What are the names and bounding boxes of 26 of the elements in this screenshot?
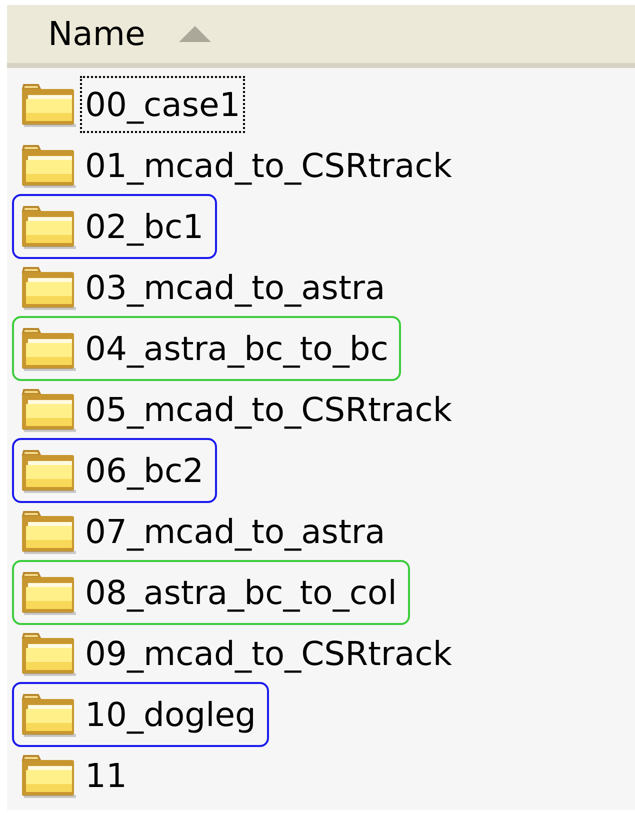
folder-name[interactable]: 07_mcad_to_astra bbox=[80, 503, 390, 560]
folder-icon bbox=[20, 692, 78, 736]
folder-name[interactable]: 04_astra_bc_to_bc bbox=[80, 320, 394, 377]
column-title: Name bbox=[48, 13, 146, 56]
folder-icon bbox=[20, 632, 78, 676]
column-header[interactable]: Name bbox=[7, 5, 635, 68]
folder-icon bbox=[20, 266, 78, 310]
folder-icon bbox=[20, 388, 78, 432]
folder-name[interactable]: 00_case1 bbox=[80, 76, 246, 133]
folder-name[interactable]: 08_astra_bc_to_col bbox=[80, 564, 402, 621]
folder-name[interactable]: 05_mcad_to_CSRtrack bbox=[80, 381, 457, 438]
folder-icon bbox=[20, 510, 78, 554]
folder-name[interactable]: 10_dogleg bbox=[80, 686, 261, 743]
folder-icon bbox=[20, 204, 78, 248]
folder-icon bbox=[20, 326, 78, 370]
folder-icon bbox=[20, 754, 78, 798]
folder-icon bbox=[20, 570, 78, 614]
folder-icon bbox=[20, 448, 78, 492]
folder-name[interactable]: 01_mcad_to_CSRtrack bbox=[80, 137, 457, 194]
folder-name[interactable]: 06_bc2 bbox=[80, 442, 209, 499]
folder-icon bbox=[20, 82, 78, 126]
folder-name[interactable]: 03_mcad_to_astra bbox=[80, 259, 390, 316]
folder-name[interactable]: 09_mcad_to_CSRtrack bbox=[80, 625, 457, 682]
folder-icon bbox=[20, 144, 78, 188]
folder-name[interactable]: 02_bc1 bbox=[80, 198, 209, 255]
folder-name[interactable]: 11 bbox=[80, 747, 132, 804]
